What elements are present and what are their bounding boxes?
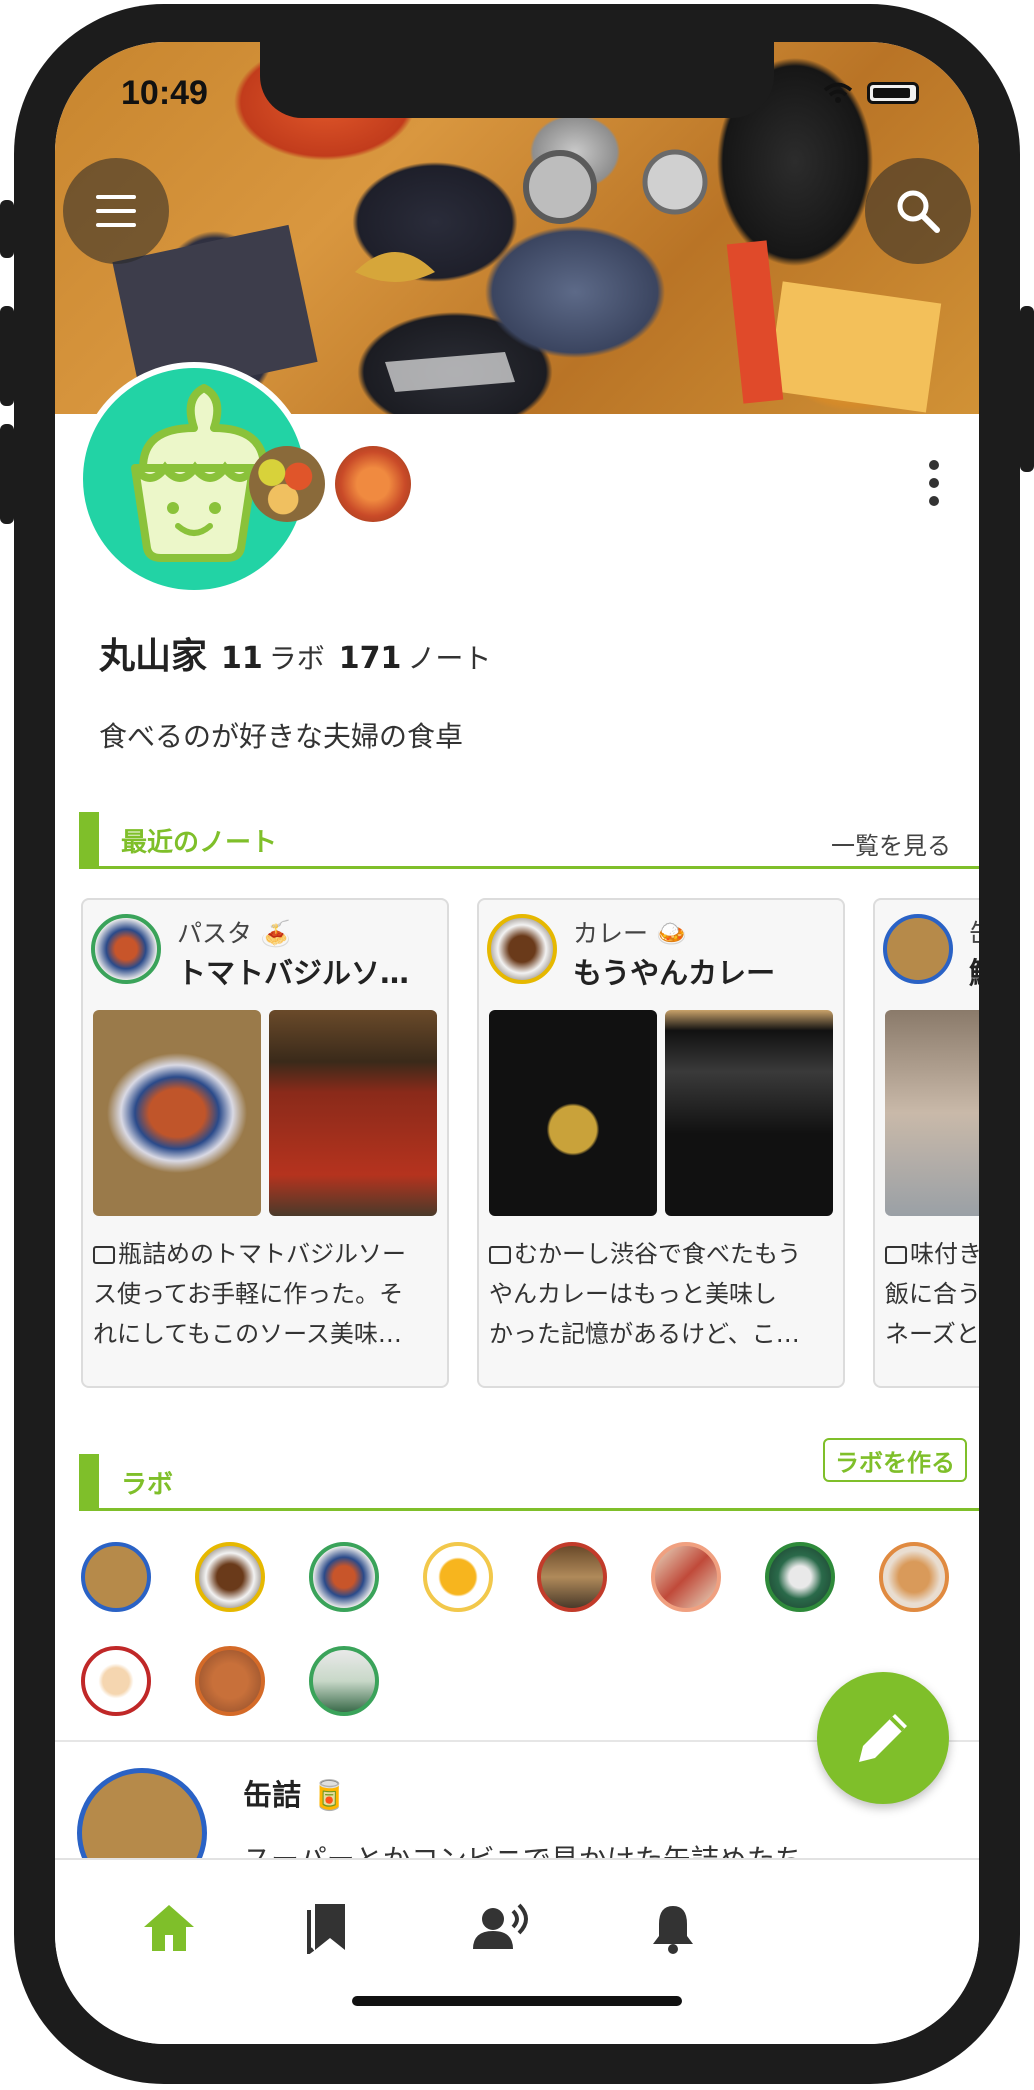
volume-down-button xyxy=(0,424,14,524)
note-lab-icon xyxy=(91,914,161,984)
note-title: 鯖 xyxy=(969,950,979,992)
recent-notes-title: 最近のノート xyxy=(121,828,278,858)
note-card[interactable]: 缶 鯖 味付き 飯に合う ネーズと xyxy=(873,898,979,1388)
status-time: 10:49 xyxy=(121,74,208,112)
comment-icon xyxy=(885,1246,907,1264)
labs-title: ラボ xyxy=(121,1470,174,1500)
bottom-nav xyxy=(55,1858,979,2044)
more-options-icon[interactable] xyxy=(929,460,939,506)
recent-notes-header: 最近のノート 一覧を見る xyxy=(79,812,979,869)
lab-icon[interactable] xyxy=(195,1542,265,1612)
hamburger-icon xyxy=(96,195,136,227)
search-icon xyxy=(897,190,940,233)
create-lab-button[interactable]: ラボを作る xyxy=(823,1438,967,1482)
lab-icon[interactable] xyxy=(309,1646,379,1716)
note-title: トマトバジルソ… xyxy=(177,956,410,990)
note-title: もうやんカレー xyxy=(573,956,776,990)
see-all-link[interactable]: 一覧を見る xyxy=(831,826,951,861)
battery-icon xyxy=(867,82,919,104)
app-screen: 10:49 丸山家 11 ラボ 171 ノート 食べるのが好きな夫婦の食卓 最近… xyxy=(55,42,979,2044)
note-lab-icon xyxy=(487,914,557,984)
note-lab-icon xyxy=(883,914,953,984)
notes-stat[interactable]: 171 ノート xyxy=(339,637,492,677)
section-accent-bar xyxy=(79,812,99,866)
note-photo-can xyxy=(885,1010,979,1216)
note-photo-pasta xyxy=(93,1010,261,1216)
section-accent-bar xyxy=(79,1454,99,1508)
people-icon xyxy=(473,1903,528,1949)
nav-following[interactable] xyxy=(471,1898,531,1958)
home-icon xyxy=(144,1905,194,1951)
comment-icon xyxy=(93,1246,115,1264)
mute-switch xyxy=(0,200,14,258)
lab-avatar-pizza[interactable] xyxy=(335,446,411,522)
profile-bio: 食べるのが好きな夫婦の食卓 xyxy=(99,720,464,753)
pencil-icon xyxy=(859,1714,907,1762)
power-button xyxy=(1020,306,1034,472)
lab-icon[interactable] xyxy=(651,1542,721,1612)
bell-icon xyxy=(653,1906,693,1954)
lab-list-title[interactable]: 缶詰 🥫 xyxy=(243,1772,347,1814)
note-card[interactable]: パスタ 🍝 トマトバジルソ… 瓶詰めのトマトバジルソー ス使ってお手軽に作った。… xyxy=(81,898,449,1388)
lab-icon[interactable] xyxy=(765,1542,835,1612)
lab-avatar-fruit[interactable] xyxy=(249,446,325,522)
lab-icon[interactable] xyxy=(537,1542,607,1612)
recent-notes-carousel[interactable]: パスタ 🍝 トマトバジルソ… 瓶詰めのトマトバジルソー ス使ってお手軽に作った。… xyxy=(81,898,979,1418)
nav-home[interactable] xyxy=(139,1898,199,1958)
lab-icon[interactable] xyxy=(81,1646,151,1716)
status-icons xyxy=(823,82,919,104)
profile-stats: 丸山家 11 ラボ 171 ノート xyxy=(99,627,491,679)
profile-name: 丸山家 xyxy=(99,636,208,677)
compose-note-button[interactable] xyxy=(817,1672,949,1804)
note-category: 缶 xyxy=(969,914,979,950)
menu-button[interactable] xyxy=(63,158,169,264)
volume-up-button xyxy=(0,306,14,406)
notch xyxy=(260,42,774,118)
note-photo-jar xyxy=(269,1010,437,1216)
search-button[interactable] xyxy=(865,158,971,264)
nav-notes[interactable] xyxy=(297,1898,357,1958)
note-category: パスタ 🍝 xyxy=(177,919,292,948)
note-category: カレー 🍛 xyxy=(573,919,688,948)
note-excerpt: むかーし渋谷で食べたもう やんカレーはもっと美味し かった記憶があるけど、こ… xyxy=(489,1240,802,1348)
nav-notifications[interactable] xyxy=(643,1898,703,1958)
home-indicator xyxy=(352,1996,682,2006)
labs-stat[interactable]: 11 ラボ xyxy=(221,637,325,677)
note-excerpt: 味付き 飯に合う ネーズと xyxy=(885,1240,979,1348)
lab-icon[interactable] xyxy=(309,1542,379,1612)
lab-icon[interactable] xyxy=(81,1542,151,1612)
note-photo-curry-box xyxy=(489,1010,657,1216)
labs-header: ラボ ラボを作る xyxy=(79,1438,979,1511)
note-card[interactable]: カレー 🍛 もうやんカレー むかーし渋谷で食べたもう やんカレーはもっと美味し … xyxy=(477,898,845,1388)
lab-icon[interactable] xyxy=(879,1542,949,1612)
note-photo-box-back xyxy=(665,1010,833,1216)
comment-icon xyxy=(489,1246,511,1264)
note-excerpt: 瓶詰めのトマトバジルソー ス使ってお手軽に作った。そ れにしてもこのソース美味… xyxy=(93,1240,406,1348)
bookmark-icon xyxy=(307,1904,345,1954)
lab-icon[interactable] xyxy=(195,1646,265,1716)
lab-icon[interactable] xyxy=(423,1542,493,1612)
wifi-icon xyxy=(823,82,853,103)
